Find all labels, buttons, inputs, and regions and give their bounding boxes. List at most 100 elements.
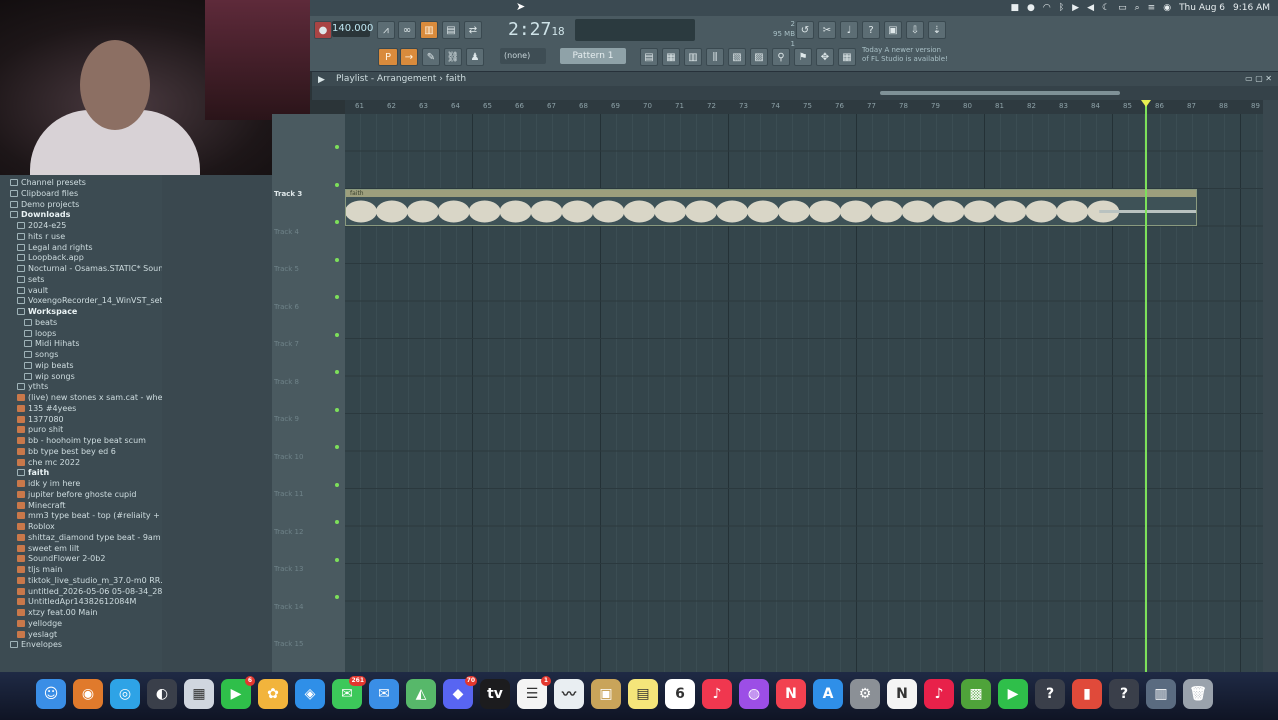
record-button[interactable]: ● xyxy=(314,21,332,39)
moon-icon[interactable]: ☾ xyxy=(1102,0,1110,16)
keychain-icon[interactable]: ▣ xyxy=(591,679,621,709)
camera-icon[interactable]: ■ xyxy=(1011,0,1020,16)
draw-tool-icon[interactable]: ✎ xyxy=(422,48,440,66)
playhead-marker-icon[interactable] xyxy=(1141,100,1151,107)
browser-item[interactable]: shittaz_diamond type beat - 9am xyxy=(17,532,161,543)
downloads-stack-icon[interactable]: ▥ xyxy=(1146,679,1176,709)
browser-item[interactable]: xtzy feat.00 Main xyxy=(17,607,98,618)
mixer-icon[interactable]: ⫼ xyxy=(706,48,724,66)
plugin-picker-icon[interactable]: ▨ xyxy=(750,48,768,66)
track-mute-led-icon[interactable] xyxy=(335,182,339,187)
browser-item[interactable]: Roblox xyxy=(17,521,55,532)
safari-icon[interactable]: ◎ xyxy=(110,679,140,709)
track-header[interactable]: Track 11 xyxy=(274,490,303,498)
maps-icon[interactable]: ◭ xyxy=(406,679,436,709)
browser-item[interactable]: Clipboard files xyxy=(10,188,78,199)
track-mute-led-icon[interactable] xyxy=(335,557,339,562)
browser-item[interactable]: Envelopes xyxy=(10,639,62,650)
browser-item[interactable]: UntitledApr14382612084M xyxy=(17,596,136,607)
track-header[interactable]: Track 8 xyxy=(274,378,299,386)
launchpad-icon[interactable]: ▦ xyxy=(184,679,214,709)
browser-item[interactable]: 2024-e25 xyxy=(17,220,66,231)
tempo-tap-icon[interactable]: ✥ xyxy=(816,48,834,66)
pattern-mode-button[interactable]: P xyxy=(378,48,398,66)
news-icon[interactable]: N xyxy=(776,679,806,709)
tempo-display[interactable]: 140.000 xyxy=(332,21,373,37)
browser-item[interactable]: Minecraft xyxy=(17,500,66,511)
help-icon[interactable]: ? xyxy=(862,21,880,39)
browser-item[interactable]: VoxengoRecorder_14_WinVST_setup xyxy=(17,295,162,306)
tiktok-icon[interactable]: ♪ xyxy=(924,679,954,709)
snap-select[interactable]: (none) xyxy=(500,48,546,64)
browser-item[interactable]: untitled_2026-05-06 05-08-34_2830 Main xyxy=(17,586,162,597)
minecraft-icon[interactable]: ▩ xyxy=(961,679,991,709)
channel-rack-icon[interactable]: ▥ xyxy=(684,48,702,66)
browser-item[interactable]: (live) new stones x sam.cat - where im a… xyxy=(17,392,162,403)
photos-icon[interactable]: ✿ xyxy=(258,679,288,709)
control-center-icon[interactable]: ≡ xyxy=(1148,0,1156,16)
track-header[interactable]: Track 4 xyxy=(274,228,299,236)
mail-icon[interactable]: ✉ xyxy=(369,679,399,709)
track-header[interactable]: Track 7 xyxy=(274,340,299,348)
volume-icon[interactable]: ◀ xyxy=(1087,0,1094,16)
facetime-icon[interactable]: ▶ 6 xyxy=(221,676,255,709)
arrangement-name[interactable]: faith xyxy=(446,74,466,84)
browser-item[interactable]: sets xyxy=(17,274,44,285)
browser-item[interactable]: Nocturnal - Osamas.STATIC* Sound Kit xyxy=(17,263,162,274)
podcasts-icon[interactable]: ◍ xyxy=(739,679,769,709)
browser-item[interactable]: wip beats xyxy=(24,360,74,371)
render-icon[interactable]: ⇣ xyxy=(928,21,946,39)
track-header[interactable]: Track 10 xyxy=(274,453,303,461)
export-icon[interactable]: ⇩ xyxy=(906,21,924,39)
track-mute-led-icon[interactable] xyxy=(335,482,339,487)
music-icon[interactable]: ♪ xyxy=(702,679,732,709)
browser-item[interactable]: sweet em lilt xyxy=(17,543,79,554)
finder-icon[interactable]: ☺ xyxy=(36,679,66,709)
audio-clip[interactable]: faith xyxy=(345,189,1197,226)
playlist-icon[interactable]: ▤ xyxy=(640,48,658,66)
playhead[interactable] xyxy=(1145,102,1147,672)
browser-item[interactable]: yellodge xyxy=(17,618,62,629)
browser-item[interactable]: songs xyxy=(24,349,58,360)
metronome-button[interactable]: ⩘ xyxy=(377,21,395,39)
track-mute-led-icon[interactable] xyxy=(335,145,339,149)
wifi-icon[interactable]: ◠ xyxy=(1043,0,1051,16)
play-arrow-icon[interactable]: ▶ xyxy=(318,73,325,87)
browser-item[interactable]: loops xyxy=(24,328,56,339)
browser-item[interactable]: ythts xyxy=(17,381,48,392)
play-icon[interactable]: ▶ xyxy=(1072,0,1079,16)
unknown-app-2-icon[interactable]: ? xyxy=(1109,679,1139,709)
track-header[interactable]: Track 13 xyxy=(274,565,303,573)
stocks-icon[interactable]: 〰 xyxy=(554,679,584,709)
browser-item[interactable]: 135 #4yees xyxy=(17,403,76,414)
browser-item[interactable]: jupiter before ghoste cupid xyxy=(17,489,136,500)
track-header[interactable]: Track 12 xyxy=(274,528,303,536)
track-mute-led-icon[interactable] xyxy=(335,445,339,449)
track-mute-led-icon[interactable] xyxy=(335,220,339,224)
cut-icon[interactable]: ✂ xyxy=(818,21,836,39)
link-icon[interactable]: ⛓ xyxy=(444,48,462,66)
save-icon[interactable]: ▣ xyxy=(884,21,902,39)
track-header[interactable]: Track 3 xyxy=(274,190,302,198)
browser-item[interactable]: wip songs xyxy=(24,371,75,382)
track-mute-led-icon[interactable] xyxy=(335,595,339,599)
browser-item[interactable]: faith xyxy=(17,467,49,478)
system-settings-icon[interactable]: ⚙ xyxy=(850,679,880,709)
step-edit-button[interactable]: ▥ xyxy=(420,21,438,39)
browser-item[interactable]: bb type best bey ed 6 xyxy=(17,446,116,457)
messages-icon[interactable]: ✉ 261 xyxy=(332,676,366,709)
menubar-date[interactable]: Thu Aug 6 xyxy=(1179,3,1225,13)
right-scroll-edge[interactable] xyxy=(1263,100,1278,672)
facetime-video-icon[interactable]: ▶ xyxy=(998,679,1028,709)
apple-tv-icon[interactable]: tv xyxy=(480,679,510,709)
browser-item[interactable]: puro shit xyxy=(17,424,63,435)
menubar-time[interactable]: 9:16 AM xyxy=(1233,3,1270,13)
browser-item[interactable]: Legal and rights xyxy=(17,242,93,253)
browser-item[interactable]: 1377080 xyxy=(17,414,64,425)
browser-item[interactable]: idk y im here xyxy=(17,478,80,489)
piano-roll-icon[interactable]: ▦ xyxy=(662,48,680,66)
browser-item[interactable]: che mc 2022 xyxy=(17,457,80,468)
track-mute-led-icon[interactable] xyxy=(335,407,339,412)
browser-item[interactable]: beats xyxy=(24,317,57,328)
blend-notes-button[interactable]: ⇄ xyxy=(464,21,482,39)
